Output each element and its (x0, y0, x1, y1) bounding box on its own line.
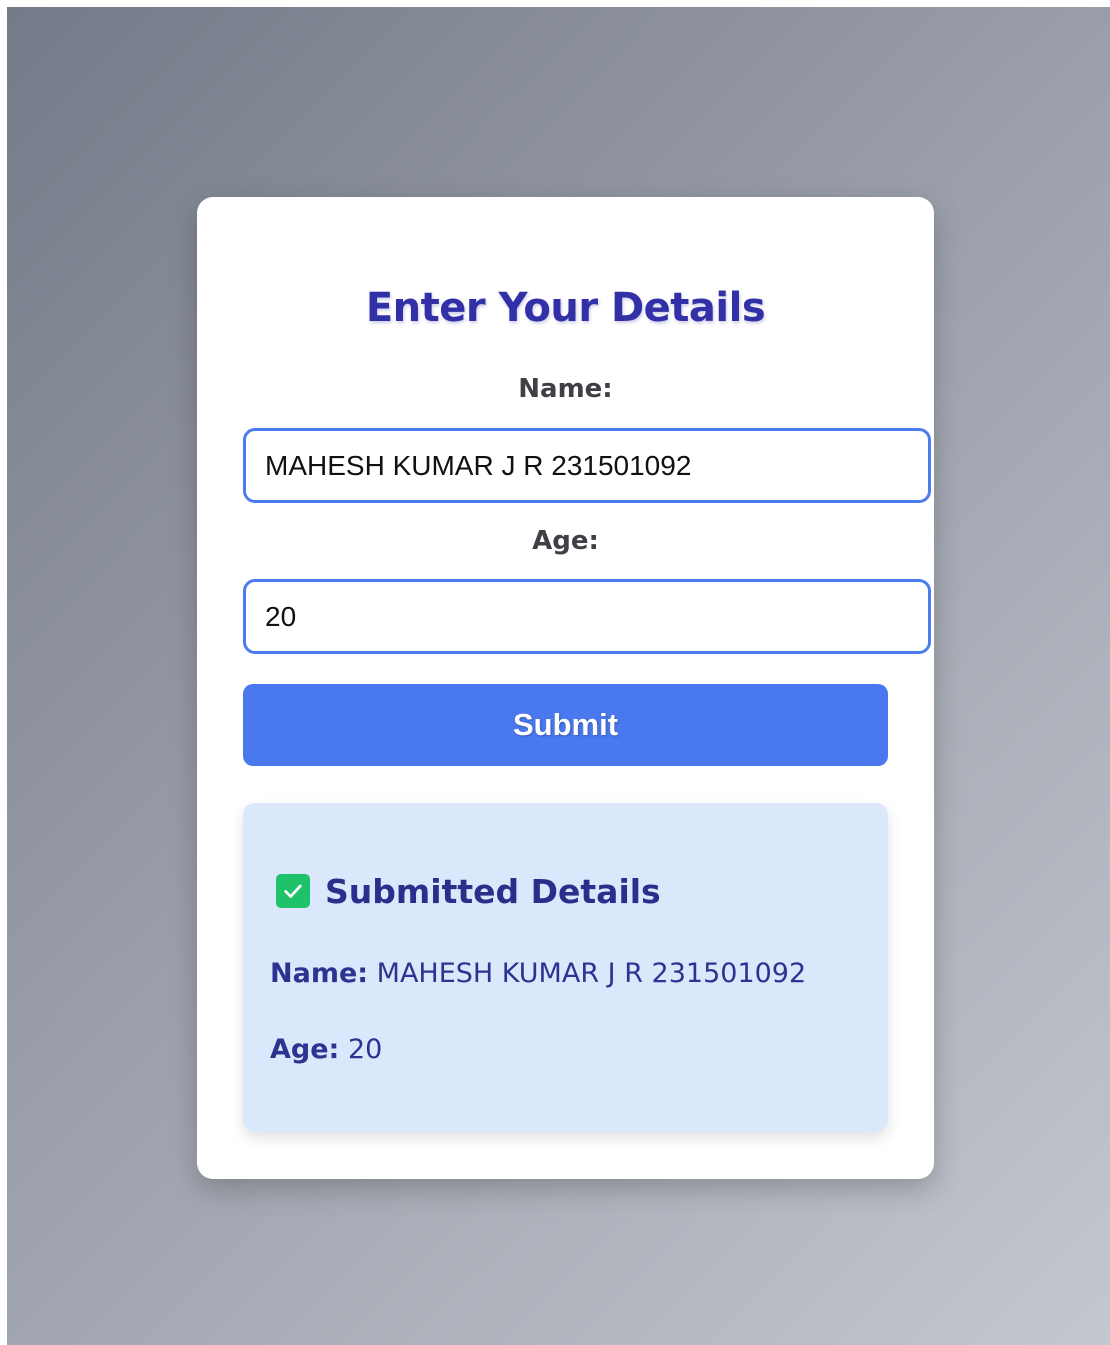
check-box-icon (276, 874, 310, 908)
name-input[interactable] (243, 428, 931, 503)
submit-button[interactable]: Submit (243, 684, 888, 766)
age-label: Age: (532, 526, 599, 556)
submitted-name-value: MAHESH KUMAR J R 231501092 (376, 958, 807, 989)
page-background: Enter Your Details Name: Age: Submit Sub… (7, 7, 1110, 1345)
details-form-card: Enter Your Details Name: Age: Submit Sub… (197, 197, 934, 1179)
submitted-details-panel: Submitted Details Name: MAHESH KUMAR J R… (243, 803, 888, 1132)
name-label: Name: (518, 374, 613, 404)
submitted-age-row: Age: 20 (270, 1034, 382, 1065)
submitted-details-title: Submitted Details (325, 871, 661, 911)
form-title: Enter Your Details (365, 285, 766, 331)
submitted-name-key: Name: (270, 958, 369, 989)
submitted-age-value: 20 (347, 1034, 383, 1065)
submitted-age-key: Age: (270, 1034, 340, 1065)
age-input[interactable] (243, 579, 931, 654)
submitted-details-header: Submitted Details (276, 871, 661, 911)
submitted-name-row: Name: MAHESH KUMAR J R 231501092 (270, 958, 806, 989)
